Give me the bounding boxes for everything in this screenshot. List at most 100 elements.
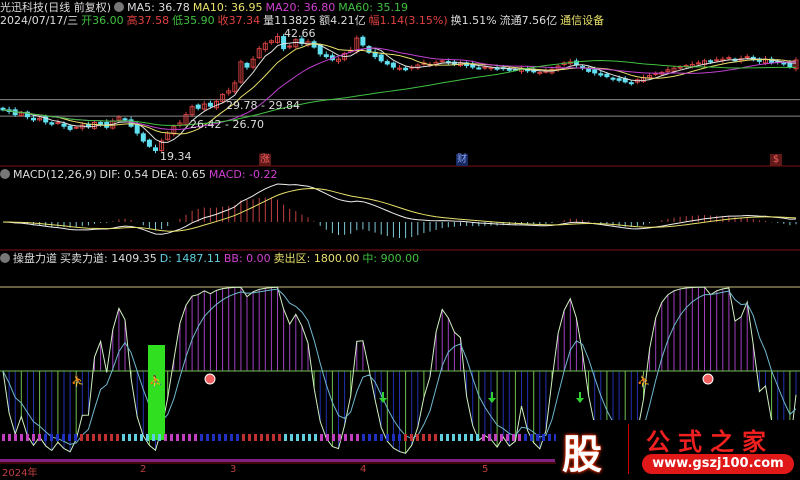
status-dot <box>20 434 23 441</box>
status-dot <box>98 434 101 441</box>
status-dot <box>434 434 437 441</box>
status-dot <box>320 434 323 441</box>
trough-label: 19.34 <box>160 150 192 163</box>
status-dot <box>26 434 29 441</box>
status-dot <box>128 434 131 441</box>
divider <box>628 424 629 474</box>
status-dot <box>344 434 347 441</box>
status-dot <box>404 434 407 441</box>
status-dot <box>116 434 119 441</box>
status-dot <box>260 434 263 441</box>
status-dot <box>14 434 17 441</box>
status-dot <box>248 434 251 441</box>
candle-body <box>781 62 787 65</box>
candle-body <box>390 62 396 68</box>
status-dot <box>218 434 221 441</box>
candle-body <box>616 78 622 81</box>
band2-label: 26.42 - 26.70 <box>190 118 264 131</box>
status-dot <box>452 434 455 441</box>
signal-cai[interactable]: 财 <box>456 154 468 166</box>
status-dot <box>104 434 107 441</box>
candle-body <box>403 67 409 71</box>
down-arrow-icon <box>576 392 584 403</box>
candle-body <box>482 66 488 69</box>
person-signal-icon: ⛹ <box>71 374 85 388</box>
indicator-title[interactable]: 操盘力道 <box>13 252 57 265</box>
status-dot <box>206 434 209 441</box>
status-dot <box>524 434 527 441</box>
status-dot <box>314 434 317 441</box>
status-dot <box>110 434 113 441</box>
status-dot <box>44 434 47 441</box>
candle-body <box>207 102 213 107</box>
ma20-line <box>2 47 797 130</box>
status-dot <box>548 434 551 441</box>
status-dot <box>458 434 461 441</box>
candle-body <box>122 118 128 121</box>
status-dot <box>296 434 299 441</box>
candle-body <box>360 36 366 46</box>
status-dot <box>542 434 545 441</box>
down-arrow-icon <box>488 392 496 403</box>
candle-body <box>323 54 329 58</box>
status-dot <box>272 434 275 441</box>
status-dot <box>164 434 167 441</box>
peak-label: 42.66 <box>284 27 316 40</box>
macd-title[interactable]: MACD(12,26,9) <box>13 168 97 181</box>
status-dot <box>80 434 83 441</box>
status-dot <box>8 434 11 441</box>
x-tick: 2 <box>140 464 147 475</box>
status-dot <box>392 434 395 441</box>
signal-dollar[interactable]: $ <box>770 154 782 166</box>
collapse-icon[interactable] <box>0 169 10 179</box>
status-dot <box>536 434 539 441</box>
status-dot <box>302 434 305 441</box>
status-dot <box>122 434 125 441</box>
status-dot <box>74 434 77 441</box>
status-dot <box>410 434 413 441</box>
status-dot <box>68 434 71 441</box>
status-dot <box>350 434 353 441</box>
chart-canvas[interactable]: ⛹ ⛹ ⛹ <box>0 0 800 478</box>
x-tick: 4 <box>360 464 367 475</box>
candle-body <box>384 61 390 65</box>
candle-body <box>317 45 323 55</box>
candle-body <box>31 117 36 121</box>
band1-label: 29.78 - 29.84 <box>226 99 300 112</box>
status-dot <box>440 434 443 441</box>
candle-body <box>378 54 384 62</box>
dea: DEA: 0.65 <box>151 168 206 181</box>
status-dot <box>176 434 179 441</box>
status-dot <box>374 434 377 441</box>
candle-body <box>695 62 701 65</box>
candle-body <box>476 67 482 70</box>
macd-value: MACD: -0.22 <box>208 168 278 181</box>
candle-body <box>439 60 445 63</box>
ma5-line <box>2 41 797 143</box>
status-dot <box>338 434 341 441</box>
collapse-icon[interactable] <box>0 253 10 263</box>
signal-zhang[interactable]: 涨 <box>259 154 271 166</box>
status-dot <box>236 434 239 441</box>
candle-body <box>67 125 73 130</box>
buy-signal-bar <box>148 345 165 440</box>
status-dot <box>32 434 35 441</box>
candle-body <box>714 59 720 62</box>
candle-body <box>195 104 201 109</box>
status-dot <box>362 434 365 441</box>
status-dot <box>38 434 41 441</box>
status-dot <box>398 434 401 441</box>
status-dot <box>182 434 185 441</box>
status-dot <box>386 434 389 441</box>
macd-header: MACD(12,26,9) DIF: 0.54 DEA: 0.65 MACD: -0.… <box>0 168 281 181</box>
candle-body <box>49 122 55 125</box>
dif: DIF: 0.54 <box>99 168 149 181</box>
status-dot <box>158 434 161 441</box>
status-dot <box>512 434 515 441</box>
status-dot <box>230 434 233 441</box>
status-dot <box>518 434 521 441</box>
status-dot <box>488 434 491 441</box>
indicator-header: 操盘力道 买卖力道: 1409.35 D: 1487.11 BB: 0.00 卖出区: … <box>0 252 422 265</box>
status-dot <box>200 434 203 441</box>
mid-value: 中: 900.00 <box>362 252 420 265</box>
